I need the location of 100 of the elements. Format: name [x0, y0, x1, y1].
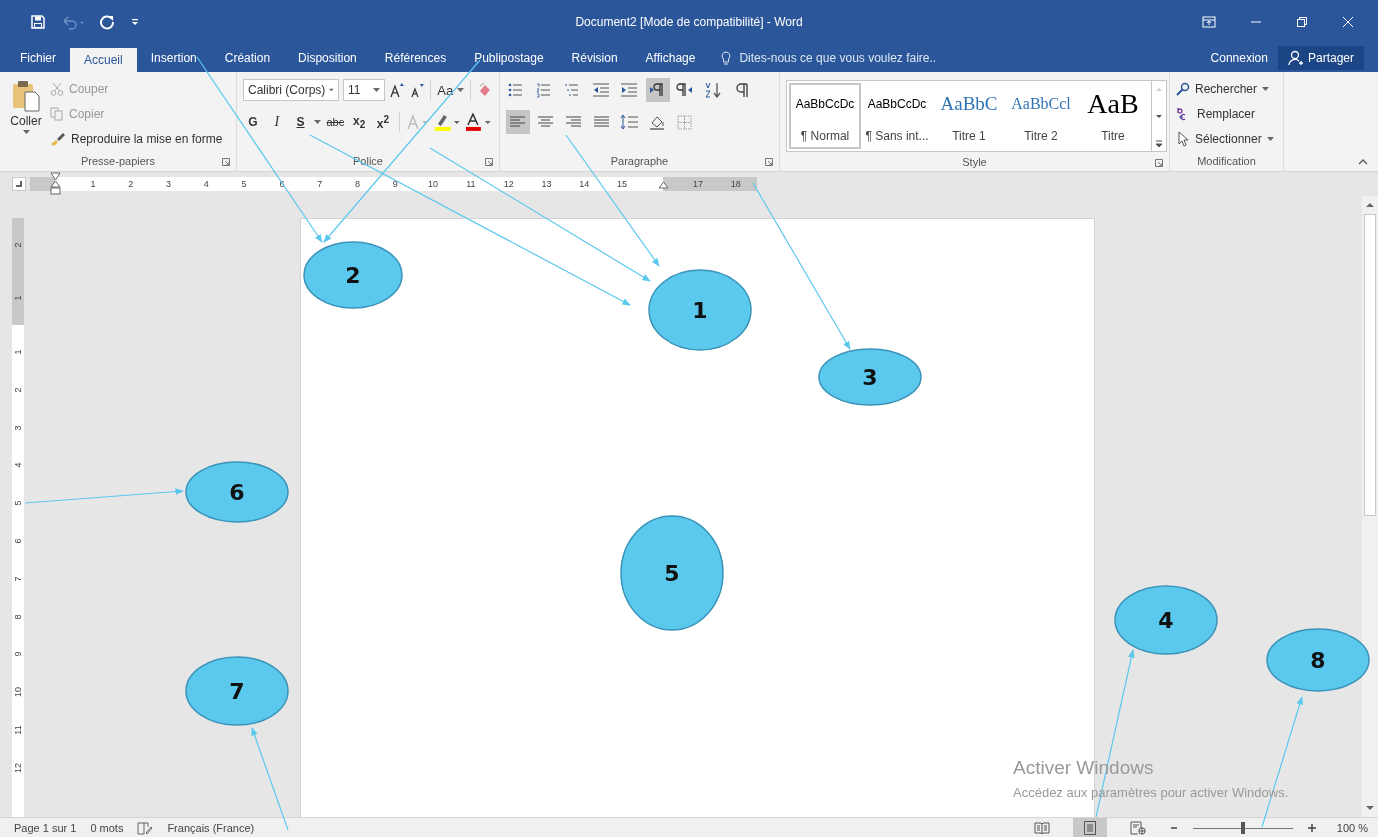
justify-icon — [592, 114, 612, 130]
dialog-launcher-icon[interactable] — [485, 158, 493, 166]
ruler-number: 8 — [12, 614, 24, 620]
center-icon — [536, 114, 556, 130]
ruler-number: 12 — [12, 762, 24, 773]
callout-badge: 4 — [1114, 585, 1218, 655]
group-label: Paragraphe — [610, 155, 669, 167]
callout-badge: 3 — [818, 348, 922, 406]
cursor-arrow-icon — [1176, 130, 1190, 147]
style-preset[interactable]: AaBbCcDc ¶ Sans int... — [861, 83, 933, 149]
ribbon-tab[interactable]: Accueil — [70, 48, 137, 72]
font-name-dropdown[interactable]: Calibri (Corps) — [243, 79, 339, 101]
ribbon-tab[interactable]: Références — [370, 44, 461, 72]
proofing-icon[interactable] — [137, 820, 154, 835]
ribbon-tab[interactable]: Publipostage — [460, 44, 558, 72]
ruler-number: 2 — [12, 242, 24, 248]
superscript-button[interactable]: x$^{2}$ — [373, 111, 393, 133]
callout-badge: 1 — [648, 269, 752, 351]
dialog-launcher-icon[interactable] — [222, 158, 230, 166]
restore-icon[interactable] — [1296, 16, 1308, 28]
underline-button[interactable]: S — [290, 111, 311, 133]
ruler-number: 4 — [12, 462, 24, 468]
ribbon-tab[interactable]: Insertion — [136, 44, 211, 72]
ribbon-tab[interactable]: Création — [210, 44, 285, 72]
dialog-launcher-icon[interactable] — [1155, 159, 1163, 167]
ruler-number: 11 — [12, 725, 24, 735]
zoom-level[interactable]: 100 % — [1336, 821, 1368, 834]
ribbon-tab[interactable]: Fichier — [10, 44, 70, 72]
style-preset[interactable]: AaBbCcDc ¶ Normal — [789, 83, 861, 149]
redo-icon[interactable] — [100, 14, 116, 30]
paste-button[interactable]: Coller — [6, 78, 46, 151]
ruler-number: 9 — [12, 651, 24, 657]
collapse-ribbon-icon[interactable] — [1358, 159, 1368, 165]
callout-badge: 6 — [185, 461, 289, 523]
style-preset[interactable]: AaB Titre — [1077, 83, 1149, 149]
shrink-font-icon[interactable] — [408, 82, 425, 98]
zoom-slider[interactable] — [1192, 821, 1293, 834]
web-page-icon — [1129, 820, 1146, 835]
subscript-button[interactable]: x$_{2}$ — [349, 111, 369, 133]
tell-me-field[interactable]: Dites-nous ce que vous voulez faire.. — [737, 50, 972, 66]
zoom-slider-thumb[interactable] — [1240, 821, 1245, 834]
right-indent-marker-icon[interactable] — [658, 181, 669, 189]
ltr-button[interactable] — [646, 78, 670, 102]
callout-badge: 5 — [620, 515, 724, 631]
style-preset[interactable]: AaBbCcl Titre 2 — [1005, 83, 1077, 149]
highlight-icon[interactable] — [433, 113, 462, 131]
callout-badge: 7 — [185, 656, 289, 726]
italic-button[interactable]: I — [266, 111, 287, 133]
dialog-launcher-icon[interactable] — [765, 158, 773, 166]
dropdown-caret-icon — [457, 88, 465, 92]
strikethrough-button[interactable]: abc — [325, 111, 346, 133]
ruler-number: 3 — [12, 425, 24, 431]
page-count[interactable]: Page 1 sur 1 — [14, 821, 77, 834]
format-painter-button[interactable]: Reproduire la mise en forme — [50, 128, 223, 149]
group-label: Presse-papiers — [81, 155, 155, 167]
style-preset[interactable]: AaBbC Titre 1 — [933, 83, 1005, 149]
indent-marker-icon[interactable] — [50, 172, 61, 196]
change-case-button[interactable]: Aa — [437, 79, 454, 101]
indent-icon — [620, 82, 640, 98]
paintbrush-icon — [50, 131, 66, 146]
language-indicator[interactable]: Français (France) — [167, 821, 255, 834]
customize-icon[interactable] — [130, 17, 140, 27]
dropdown-caret-icon — [329, 88, 334, 92]
sign-in-link[interactable]: Connexion — [1200, 44, 1278, 72]
ruler-number: 10 — [12, 687, 24, 698]
dropdown-caret-icon — [372, 88, 380, 92]
copy-icon — [50, 106, 64, 121]
vertical-scrollbar[interactable] — [1362, 196, 1378, 817]
dropdown-caret-icon — [22, 130, 30, 134]
replace-button[interactable]: Remplacer — [1176, 103, 1277, 124]
spacing-icon — [620, 114, 640, 130]
ruler-number: 1 — [12, 349, 24, 355]
share-button[interactable]: Partager — [1277, 46, 1364, 70]
print-view-button[interactable] — [1072, 818, 1107, 837]
lightbulb-icon — [721, 51, 732, 65]
dropdown-caret-icon — [314, 120, 322, 124]
bold-button[interactable]: G — [243, 111, 263, 133]
word-count[interactable]: 0 mots — [90, 821, 124, 834]
open-book-icon — [1033, 820, 1050, 835]
zoom-in-icon[interactable] — [1306, 822, 1317, 833]
ruler-number: 7 — [12, 576, 24, 582]
window-title: Document2 [Mode de compatibilité] - Word — [575, 15, 803, 29]
ribbon-tab[interactable]: Révision — [557, 44, 632, 72]
callout-badge: 2 — [303, 241, 403, 309]
ribbon-tab[interactable]: Affichage — [631, 44, 710, 72]
tab-selector-icon[interactable] — [12, 177, 26, 191]
select-button[interactable]: Sélectionner — [1176, 128, 1277, 149]
ribbon-display-icon[interactable] — [1202, 16, 1216, 28]
font-size-dropdown[interactable]: 11 — [343, 79, 385, 101]
ruler-number: 2 — [12, 387, 24, 393]
ribbon-tab[interactable]: Disposition — [284, 44, 371, 72]
grow-font-icon[interactable] — [388, 82, 405, 98]
dropdown-caret-icon — [1266, 136, 1274, 141]
ruler-number: 5 — [12, 500, 24, 506]
close-icon[interactable] — [1342, 16, 1354, 28]
save-icon[interactable] — [30, 14, 46, 30]
find-button[interactable]: Rechercher — [1176, 78, 1277, 99]
left-icon — [508, 114, 528, 130]
scissors-icon — [50, 81, 64, 96]
group-label: Modification — [1197, 155, 1256, 167]
